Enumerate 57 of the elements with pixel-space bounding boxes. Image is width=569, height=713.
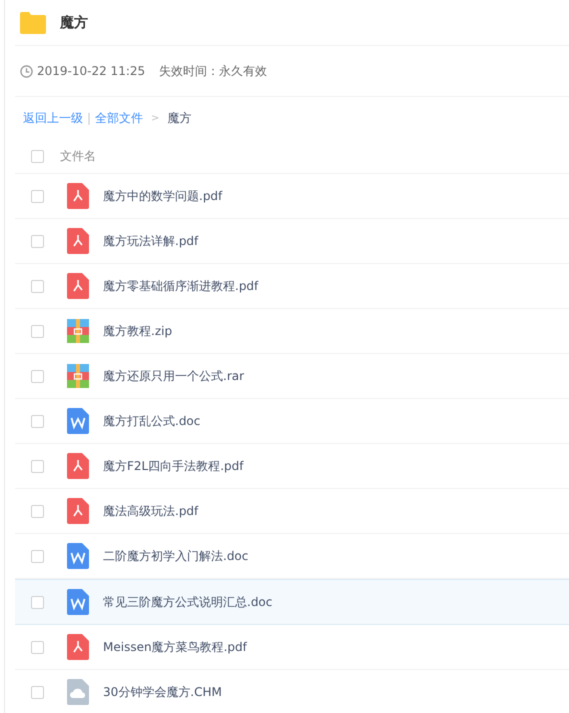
crumb-separator: | (87, 111, 92, 125)
file-name: 魔方打乱公式.doc (103, 412, 200, 430)
clock-icon (20, 64, 33, 78)
pdf-file-icon (67, 228, 89, 254)
file-name: 魔方F2L四向手法教程.pdf (103, 458, 244, 474)
file-row[interactable]: Meissen魔方菜鸟教程.pdf (15, 625, 569, 670)
current-folder: 魔方 (167, 110, 192, 126)
file-row[interactable]: 魔方玩法详解.pdf (15, 219, 569, 264)
row-checkbox[interactable] (31, 640, 44, 654)
crumb-arrow: > (151, 112, 160, 124)
archive-file-icon (67, 363, 89, 389)
file-name: 魔方教程.zip (103, 322, 172, 340)
file-name: 魔法高级玩法.pdf (103, 502, 198, 520)
row-checkbox[interactable] (31, 686, 44, 698)
row-checkbox[interactable] (31, 504, 44, 518)
row-checkbox[interactable] (31, 460, 44, 472)
pdf-file-icon (67, 273, 89, 299)
file-row[interactable]: 魔方中的数学问题.pdf (15, 174, 569, 219)
pdf-file-icon (67, 183, 89, 209)
row-checkbox[interactable] (31, 414, 44, 428)
row-checkbox[interactable] (31, 370, 44, 382)
word-file-icon (67, 408, 89, 434)
select-all-checkbox[interactable] (31, 150, 44, 162)
file-name: 魔方还原只用一个公式.rar (103, 368, 244, 384)
share-date: 2019-10-22 11:25 (37, 64, 146, 78)
row-checkbox[interactable] (31, 550, 44, 562)
file-row[interactable]: 魔方F2L四向手法教程.pdf (15, 444, 569, 489)
file-name: 常见三阶魔方公式说明汇总.doc (103, 594, 272, 610)
file-row[interactable]: 魔方教程.zip (15, 309, 569, 354)
file-row[interactable]: 30分钟学会魔方.CHM (15, 670, 569, 713)
file-row[interactable]: 魔方打乱公式.doc (15, 399, 569, 444)
pdf-file-icon (67, 634, 89, 660)
file-row[interactable]: 常见三阶魔方公式说明汇总.doc (15, 579, 569, 625)
file-name: 魔方玩法详解.pdf (103, 232, 198, 250)
row-checkbox[interactable] (31, 280, 44, 292)
row-checkbox[interactable] (31, 234, 44, 248)
cloud-file-icon (67, 679, 89, 705)
expiry-text: 失效时间：永久有效 (159, 62, 268, 80)
file-name: 二阶魔方初学入门解法.doc (103, 548, 248, 564)
folder-icon (20, 12, 46, 34)
file-name: 魔方中的数学问题.pdf (103, 188, 222, 204)
row-checkbox[interactable] (31, 324, 44, 338)
row-checkbox[interactable] (31, 190, 44, 202)
file-name: Meissen魔方菜鸟教程.pdf (103, 638, 247, 656)
archive-file-icon (67, 318, 89, 344)
pdf-file-icon (67, 453, 89, 479)
file-row[interactable]: 魔方零基础循序渐进教程.pdf (15, 264, 569, 309)
file-row[interactable]: 魔方还原只用一个公式.rar (15, 354, 569, 399)
word-file-icon (67, 543, 89, 569)
row-checkbox[interactable] (31, 596, 44, 608)
folder-title: 魔方 (60, 14, 88, 32)
pdf-file-icon (67, 498, 89, 524)
file-row[interactable]: 魔法高级玩法.pdf (15, 489, 569, 534)
file-name: 魔方零基础循序渐进教程.pdf (103, 278, 258, 294)
file-name: 30分钟学会魔方.CHM (103, 684, 222, 700)
column-header: 文件名 (60, 148, 96, 164)
word-file-icon (67, 589, 89, 615)
